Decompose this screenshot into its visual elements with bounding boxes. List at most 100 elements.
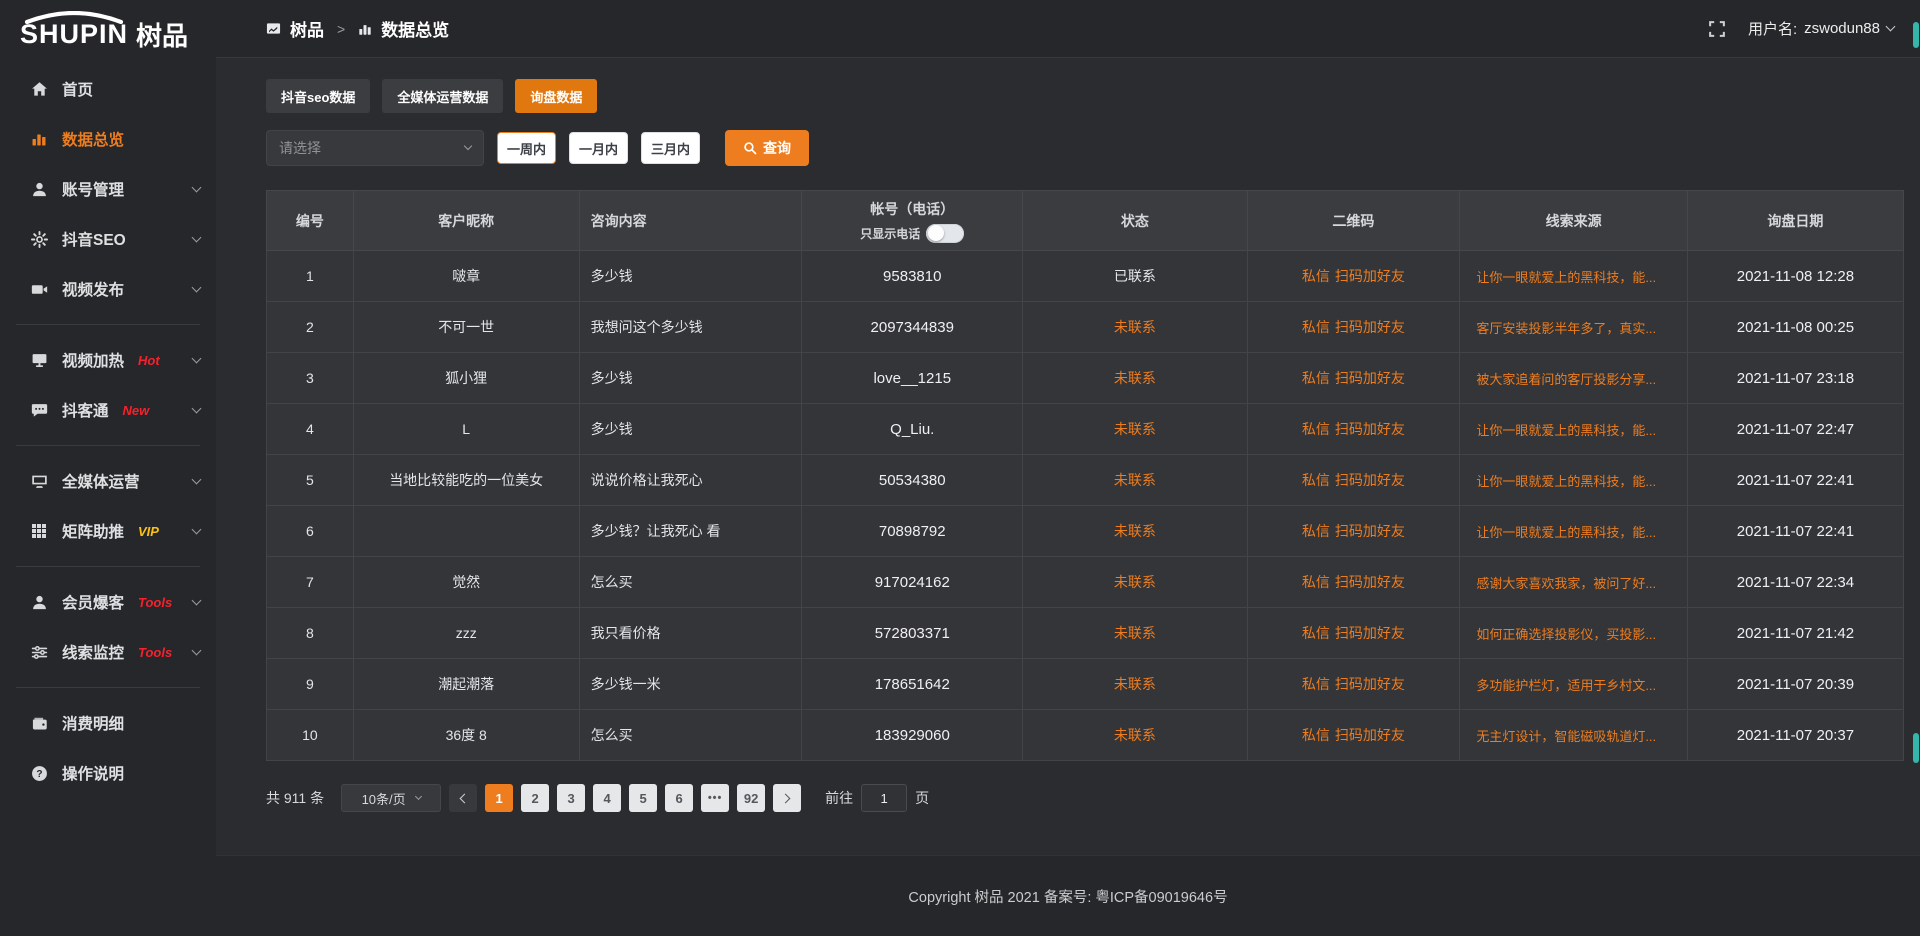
scan-add-friend-link[interactable]: 扫码加好友 <box>1335 676 1405 692</box>
cell-id: 10 <box>267 710 354 761</box>
private-msg-link[interactable]: 私信 <box>1302 472 1330 488</box>
cell-qrcode: 私信扫码加好友 <box>1247 302 1460 353</box>
col-date: 询盘日期 <box>1687 191 1903 251</box>
private-msg-link[interactable]: 私信 <box>1302 421 1330 437</box>
next-page-button[interactable] <box>773 784 801 812</box>
video-camera-icon <box>30 280 48 298</box>
user-menu[interactable]: 用户名: zswodun88 <box>1748 18 1894 39</box>
breadcrumb-separator: > <box>337 21 345 37</box>
private-msg-link[interactable]: 私信 <box>1302 370 1330 386</box>
lead-source-link[interactable]: 客厅安装投影半年多了，真实... <box>1460 302 1688 353</box>
lead-source-link[interactable]: 无主灯设计，智能磁吸轨道灯... <box>1460 710 1688 761</box>
private-msg-link[interactable]: 私信 <box>1302 268 1330 284</box>
lead-source-link[interactable]: 让你一眼就爱上的黑科技，能... <box>1460 455 1688 506</box>
tab-douyin-seo-data[interactable]: 抖音seo数据 <box>266 79 370 113</box>
phone-only-toggle[interactable] <box>926 224 964 243</box>
scan-add-friend-link[interactable]: 扫码加好友 <box>1335 574 1405 590</box>
search-button[interactable]: 查询 <box>725 130 809 166</box>
sidebar-item-label: 视频发布 <box>62 278 124 300</box>
page-button-4[interactable]: 4 <box>593 784 621 812</box>
sidebar-item-spend-detail[interactable]: 消费明细 <box>0 698 216 748</box>
sidebar-item-member-burst[interactable]: 会员爆客 Tools <box>0 577 216 627</box>
scrollbar-thumb[interactable] <box>1913 733 1919 763</box>
sidebar-item-lead-monitor[interactable]: 线索监控 Tools <box>0 627 216 677</box>
lead-source-link[interactable]: 让你一眼就爱上的黑科技，能... <box>1460 506 1688 557</box>
more-pages-button[interactable]: ••• <box>701 784 729 812</box>
gear-icon <box>30 230 48 248</box>
sidebar-item-data-overview[interactable]: 数据总览 <box>0 114 216 164</box>
goto-page-input[interactable] <box>861 784 907 812</box>
tab-inquiry-data[interactable]: 询盘数据 <box>515 79 597 113</box>
private-msg-link[interactable]: 私信 <box>1302 523 1330 539</box>
username-label: 用户名: <box>1748 18 1797 39</box>
scan-add-friend-link[interactable]: 扫码加好友 <box>1335 472 1405 488</box>
sidebar-item-video-publish[interactable]: 视频发布 <box>0 264 216 314</box>
scan-add-friend-link[interactable]: 扫码加好友 <box>1335 421 1405 437</box>
sidebar-item-douyin-seo[interactable]: 抖音SEO <box>0 214 216 264</box>
scan-add-friend-link[interactable]: 扫码加好友 <box>1335 727 1405 743</box>
page-button-1[interactable]: 1 <box>485 784 513 812</box>
fullscreen-icon[interactable] <box>1708 20 1726 38</box>
page-button-3[interactable]: 3 <box>557 784 585 812</box>
sidebar-item-matrix-boost[interactable]: 矩阵助推 VIP <box>0 506 216 556</box>
private-msg-link[interactable]: 私信 <box>1302 625 1330 641</box>
sidebar-item-account[interactable]: 账号管理 <box>0 164 216 214</box>
chevron-down-icon <box>192 182 202 192</box>
lead-source-link[interactable]: 如何正确选择投影仪，买投影... <box>1460 608 1688 659</box>
cell-account: Q_Liu. <box>802 404 1023 455</box>
tab-all-media-data[interactable]: 全媒体运营数据 <box>382 79 503 113</box>
scan-add-friend-link[interactable]: 扫码加好友 <box>1335 523 1405 539</box>
scan-add-friend-link[interactable]: 扫码加好友 <box>1335 268 1405 284</box>
page-size-select[interactable]: 10条/页 <box>341 784 441 812</box>
sidebar-item-video-heat[interactable]: 视频加热 Hot <box>0 335 216 385</box>
sidebar-item-home[interactable]: 首页 <box>0 64 216 114</box>
scan-add-friend-link[interactable]: 扫码加好友 <box>1335 370 1405 386</box>
chevron-down-icon <box>192 474 202 484</box>
scan-add-friend-link[interactable]: 扫码加好友 <box>1335 625 1405 641</box>
page-button-6[interactable]: 6 <box>665 784 693 812</box>
cell-content: 我想问这个多少钱 <box>579 302 802 353</box>
breadcrumb-root[interactable]: 树品 <box>290 16 324 41</box>
range-week-button[interactable]: 一周内 <box>497 132 556 164</box>
chevron-left-icon <box>460 793 470 803</box>
page-button-5[interactable]: 5 <box>629 784 657 812</box>
private-msg-link[interactable]: 私信 <box>1302 319 1330 335</box>
private-msg-link[interactable]: 私信 <box>1302 727 1330 743</box>
lead-source-link[interactable]: 被大家追着问的客厅投影分享... <box>1460 353 1688 404</box>
range-quarter-button[interactable]: 三月内 <box>641 132 700 164</box>
monitor-icon <box>30 472 48 490</box>
svg-text:?: ? <box>36 769 42 780</box>
range-month-button[interactable]: 一月内 <box>569 132 628 164</box>
cell-nickname: 潮起潮落 <box>353 659 579 710</box>
sidebar-item-all-media[interactable]: 全媒体运营 <box>0 456 216 506</box>
prev-page-button[interactable] <box>449 784 477 812</box>
col-qrcode: 二维码 <box>1247 191 1460 251</box>
lead-source-link[interactable]: 让你一眼就爱上的黑科技，能... <box>1460 251 1688 302</box>
private-msg-link[interactable]: 私信 <box>1302 574 1330 590</box>
account-select[interactable]: 请选择 <box>266 130 484 166</box>
col-status: 状态 <box>1023 191 1247 251</box>
cell-date: 2021-11-08 12:28 <box>1687 251 1903 302</box>
sidebar-item-help[interactable]: ? 操作说明 <box>0 748 216 798</box>
page-button-2[interactable]: 2 <box>521 784 549 812</box>
scrollbar-thumb[interactable] <box>1913 22 1919 48</box>
scan-add-friend-link[interactable]: 扫码加好友 <box>1335 319 1405 335</box>
cell-content: 多少钱？让我死心 看 <box>579 506 802 557</box>
status-badge: 未联系 <box>1023 710 1247 761</box>
lead-source-link[interactable]: 让你一眼就爱上的黑科技，能... <box>1460 404 1688 455</box>
cell-content: 怎么买 <box>579 710 802 761</box>
cell-qrcode: 私信扫码加好友 <box>1247 710 1460 761</box>
private-msg-link[interactable]: 私信 <box>1302 676 1330 692</box>
lead-source-link[interactable]: 感谢大家喜欢我家，被问了好... <box>1460 557 1688 608</box>
sidebar-item-label: 数据总览 <box>62 128 124 150</box>
status-badge: 已联系 <box>1023 251 1247 302</box>
lead-source-link[interactable]: 多功能护栏灯，适用于乡村文... <box>1460 659 1688 710</box>
cell-qrcode: 私信扫码加好友 <box>1247 455 1460 506</box>
tools-badge: Tools <box>138 595 172 610</box>
chevron-down-icon <box>415 792 422 799</box>
cell-nickname: 啵章 <box>353 251 579 302</box>
sidebar-item-doukétong[interactable]: 抖客通 New <box>0 385 216 435</box>
page-button-92[interactable]: 92 <box>737 784 765 812</box>
sidebar-nav: 首页 数据总览 账号管理 抖音SEO 视频发布 视频加热 Hot <box>0 58 216 798</box>
status-badge: 未联系 <box>1023 659 1247 710</box>
